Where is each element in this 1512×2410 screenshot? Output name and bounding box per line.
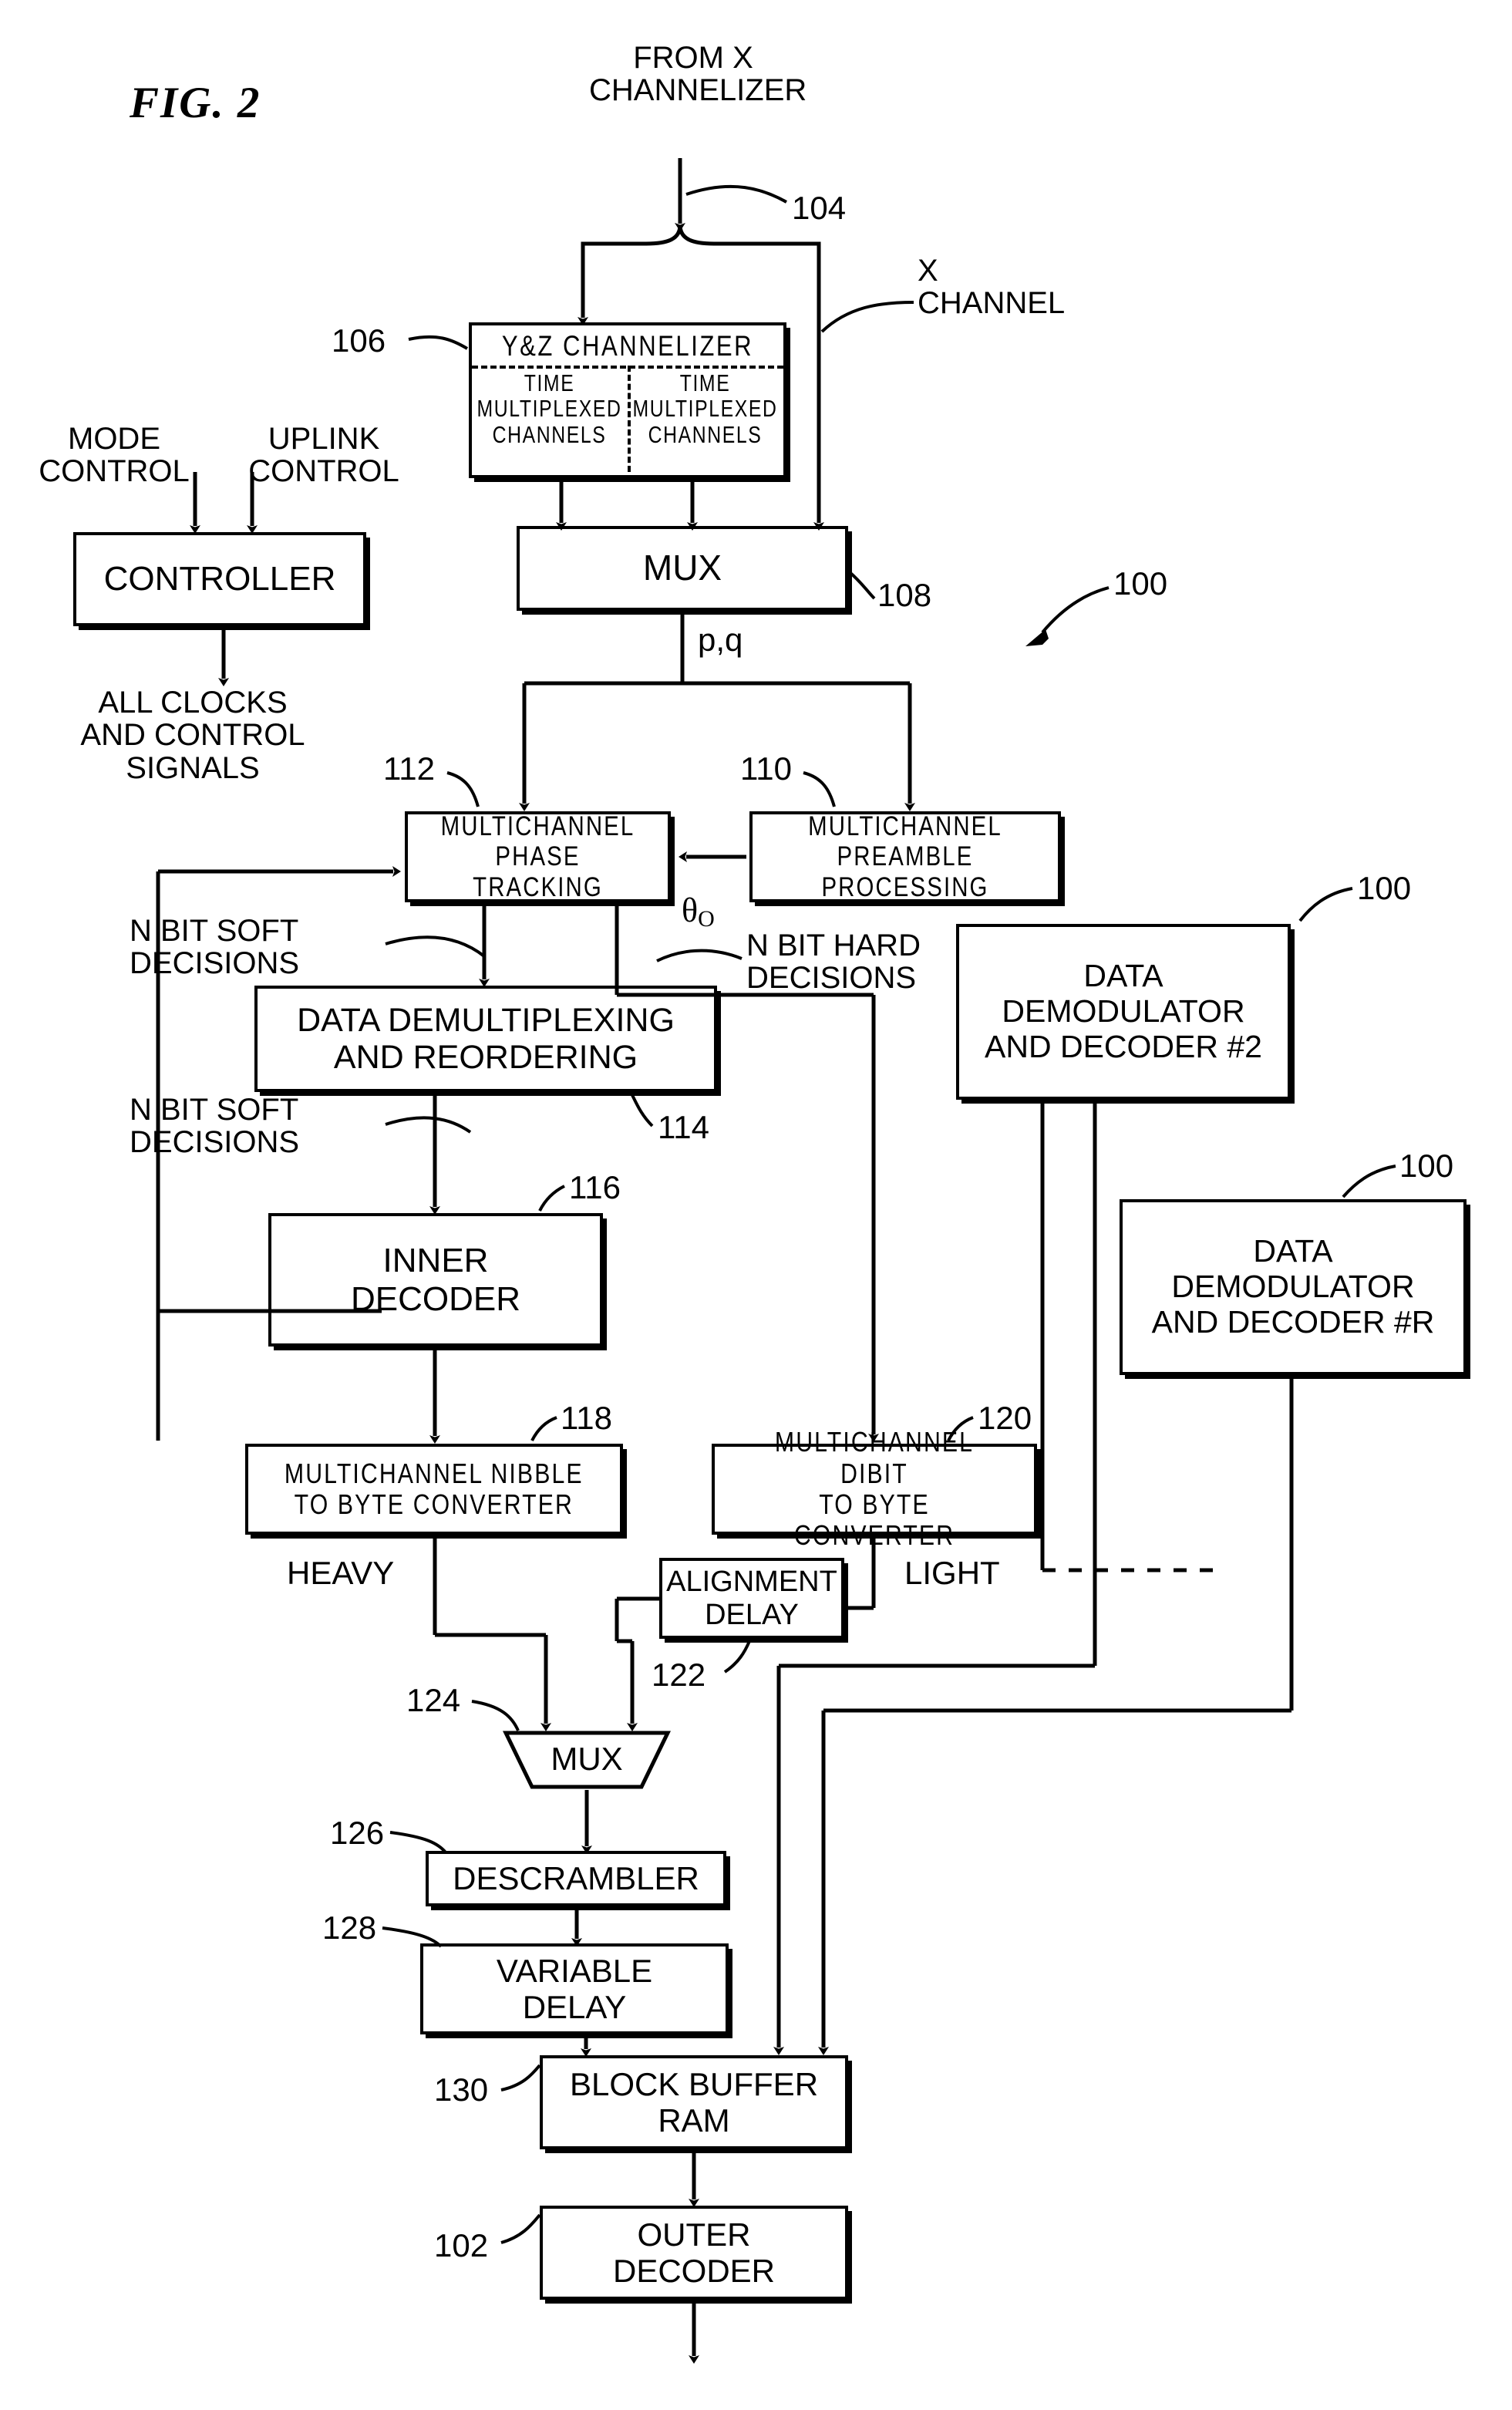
patent-figure-page: FIG. 2 FROM X CHANNELIZER 104 X CHANNEL … <box>0 0 1512 2410</box>
connector-wires <box>156 158 1396 2364</box>
